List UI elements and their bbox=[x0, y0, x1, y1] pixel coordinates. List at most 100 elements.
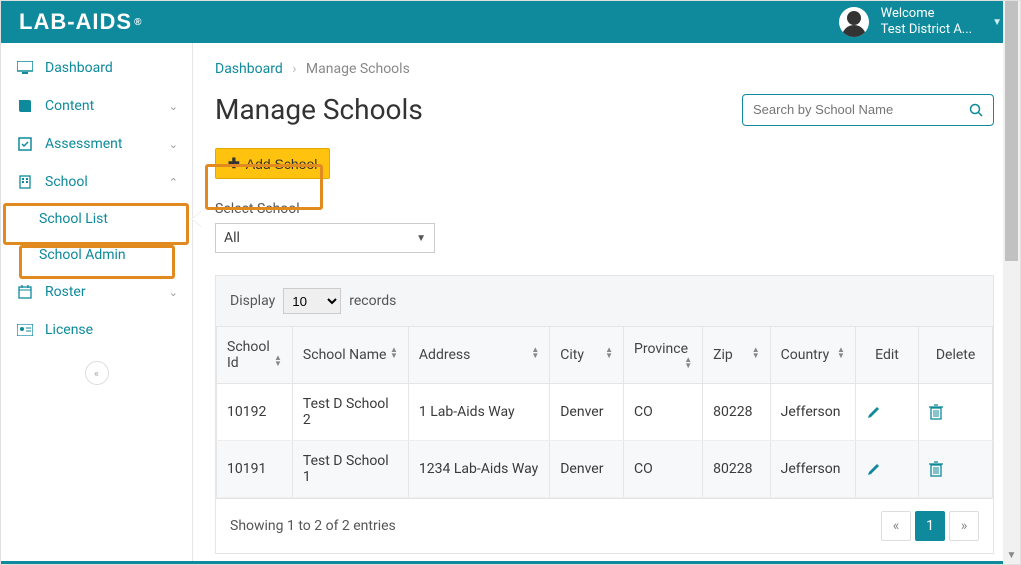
sidebar-item-school[interactable]: School ⌃ bbox=[1, 163, 192, 201]
welcome-label: Welcome bbox=[881, 6, 972, 22]
col-province[interactable]: Province▲▼ bbox=[624, 327, 703, 384]
sidebar-item-assessment[interactable]: Assessment ⌄ bbox=[1, 125, 192, 163]
chevron-right-icon: › bbox=[292, 61, 296, 77]
page-number-button[interactable]: 1 bbox=[915, 511, 945, 541]
sort-icon: ▲▼ bbox=[605, 347, 613, 359]
topbar: LAB-AIDS® Welcome Test District A... ▼ bbox=[1, 1, 1020, 43]
table-footer: Showing 1 to 2 of 2 entries « 1 » bbox=[216, 498, 993, 553]
chevron-up-icon: ⌃ bbox=[169, 176, 178, 189]
display-count-select[interactable]: 10 bbox=[283, 288, 341, 314]
breadcrumb: Dashboard › Manage Schools bbox=[215, 61, 994, 77]
table-container: Display 10 records School Id▲▼ School Na… bbox=[215, 275, 994, 554]
sidebar-item-label: School Admin bbox=[39, 247, 126, 263]
cell-province: CO bbox=[624, 441, 703, 498]
sidebar-item-label: School bbox=[45, 174, 88, 190]
collapse-sidebar-button[interactable]: « bbox=[85, 361, 109, 385]
sort-icon: ▲▼ bbox=[684, 357, 692, 369]
schools-table: School Id▲▼ School Name▲▼ Address▲▼ City… bbox=[216, 326, 993, 498]
footer-accent bbox=[1, 561, 1020, 564]
cell-province: CO bbox=[624, 384, 703, 441]
cell-id: 10192 bbox=[217, 384, 293, 441]
avatar-icon bbox=[839, 7, 869, 37]
entries-summary: Showing 1 to 2 of 2 entries bbox=[230, 518, 396, 534]
main-content: Dashboard › Manage Schools Manage School… bbox=[193, 43, 1020, 561]
page-next-button[interactable]: » bbox=[949, 511, 979, 541]
col-address[interactable]: Address▲▼ bbox=[408, 327, 549, 384]
sidebar-item-content[interactable]: Content ⌄ bbox=[1, 87, 192, 125]
pagination: « 1 » bbox=[881, 511, 979, 541]
col-school-id[interactable]: School Id▲▼ bbox=[217, 327, 293, 384]
sidebar-sub-school-list[interactable]: School List bbox=[1, 201, 192, 237]
select-value: All bbox=[224, 230, 240, 246]
caret-down-icon: ▼ bbox=[992, 17, 1002, 28]
sidebar-item-dashboard[interactable]: Dashboard bbox=[1, 49, 192, 87]
cell-address: 1234 Lab-Aids Way bbox=[408, 441, 549, 498]
cell-address: 1 Lab-Aids Way bbox=[408, 384, 549, 441]
col-edit: Edit bbox=[855, 327, 918, 384]
display-records-control: Display 10 records bbox=[216, 276, 993, 326]
monitor-icon bbox=[15, 61, 35, 75]
sort-icon: ▲▼ bbox=[531, 347, 539, 359]
select-school-dropdown[interactable]: All ▼ bbox=[215, 223, 435, 253]
table-row: 10192 Test D School 2 1 Lab-Aids Way Den… bbox=[217, 384, 993, 441]
delete-button[interactable] bbox=[919, 441, 993, 498]
check-square-icon bbox=[15, 137, 35, 151]
scroll-down-icon[interactable]: ▼ bbox=[1003, 547, 1020, 564]
cell-city: Denver bbox=[550, 384, 624, 441]
sidebar-item-roster[interactable]: Roster ⌄ bbox=[1, 273, 192, 311]
sort-icon: ▲▼ bbox=[390, 347, 398, 359]
col-school-name[interactable]: School Name▲▼ bbox=[292, 327, 408, 384]
delete-button[interactable] bbox=[919, 384, 993, 441]
edit-button[interactable] bbox=[855, 384, 918, 441]
cell-country: Jefferson bbox=[770, 384, 855, 441]
user-name: Test District A... bbox=[881, 22, 972, 38]
page-prev-button[interactable]: « bbox=[881, 511, 911, 541]
col-country[interactable]: Country▲▼ bbox=[770, 327, 855, 384]
sort-icon: ▲▼ bbox=[274, 355, 282, 367]
page-title: Manage Schools bbox=[215, 93, 423, 126]
cell-zip: 80228 bbox=[703, 441, 770, 498]
select-school-label: Select School bbox=[215, 201, 994, 217]
scroll-thumb[interactable] bbox=[1005, 1, 1018, 261]
registered-icon: ® bbox=[134, 17, 142, 28]
book-icon bbox=[15, 99, 35, 113]
sort-icon: ▲▼ bbox=[837, 347, 845, 359]
search-input[interactable] bbox=[753, 102, 969, 117]
chevron-down-icon: ⌄ bbox=[169, 100, 178, 113]
add-school-button[interactable]: ✚ Add School bbox=[215, 148, 330, 179]
brand-logo[interactable]: LAB-AIDS® bbox=[19, 9, 142, 35]
col-city[interactable]: City▲▼ bbox=[550, 327, 624, 384]
triangle-down-icon: ▼ bbox=[416, 233, 426, 244]
breadcrumb-current: Manage Schools bbox=[306, 61, 410, 77]
chevron-down-icon: ⌄ bbox=[169, 286, 178, 299]
id-card-icon bbox=[15, 324, 35, 336]
sidebar-item-label: License bbox=[45, 322, 93, 338]
trash-icon bbox=[929, 461, 943, 477]
user-text: Welcome Test District A... bbox=[881, 6, 972, 37]
calendar-icon bbox=[15, 285, 35, 299]
sidebar-item-label: Content bbox=[45, 98, 94, 114]
brand-text: LAB-AIDS bbox=[19, 9, 132, 35]
display-suffix: records bbox=[349, 293, 396, 309]
cell-name: Test D School 1 bbox=[292, 441, 408, 498]
cell-city: Denver bbox=[550, 441, 624, 498]
search-icon[interactable] bbox=[969, 103, 983, 117]
cell-country: Jefferson bbox=[770, 441, 855, 498]
cell-name: Test D School 2 bbox=[292, 384, 408, 441]
sidebar-item-license[interactable]: License bbox=[1, 311, 192, 349]
user-menu[interactable]: Welcome Test District A... ▼ bbox=[839, 6, 1002, 37]
pencil-icon bbox=[866, 404, 882, 420]
scrollbar[interactable]: ▲ ▼ bbox=[1003, 1, 1020, 564]
col-zip[interactable]: Zip▲▼ bbox=[703, 327, 770, 384]
sidebar-item-label: Assessment bbox=[45, 136, 122, 152]
sidebar: Dashboard Content ⌄ Assessment ⌄ bbox=[1, 43, 193, 561]
sort-icon: ▲▼ bbox=[752, 347, 760, 359]
cell-zip: 80228 bbox=[703, 384, 770, 441]
edit-button[interactable] bbox=[855, 441, 918, 498]
trash-icon bbox=[929, 404, 943, 420]
cell-id: 10191 bbox=[217, 441, 293, 498]
breadcrumb-root[interactable]: Dashboard bbox=[215, 61, 283, 77]
pencil-icon bbox=[866, 461, 882, 477]
search-box[interactable] bbox=[742, 94, 994, 126]
sidebar-sub-school-admin[interactable]: School Admin bbox=[1, 237, 192, 273]
